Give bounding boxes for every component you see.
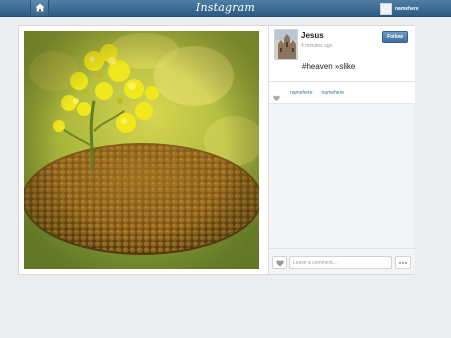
follow-button[interactable]: Follow xyxy=(382,31,408,43)
author-name[interactable]: Jesus xyxy=(301,31,324,40)
comment-bar xyxy=(269,248,415,274)
post-side-panel: Jesus 4 minutes ago Follow #heaven »slik… xyxy=(268,26,415,274)
liker-link[interactable]: namehere xyxy=(290,90,313,96)
like-button[interactable] xyxy=(272,256,287,269)
post-caption: #heaven »slike xyxy=(302,62,356,71)
post-timestamp: 4 minutes ago xyxy=(301,43,333,49)
more-options-button[interactable] xyxy=(395,256,411,269)
user-menu[interactable]: namehere xyxy=(380,2,419,15)
top-bar: Instagram namehere xyxy=(0,0,451,17)
likes-row: namehere namehere xyxy=(269,82,415,104)
avatar[interactable] xyxy=(380,2,392,15)
post-card: Jesus 4 minutes ago Follow #heaven »slik… xyxy=(18,25,415,275)
ellipsis-icon xyxy=(399,261,401,264)
post-photo[interactable] xyxy=(24,31,259,269)
author-avatar[interactable] xyxy=(274,29,298,60)
yellow-flower-photo xyxy=(24,31,259,269)
post-header: Jesus 4 minutes ago Follow #heaven »slik… xyxy=(269,26,415,82)
liker-link[interactable]: namehere xyxy=(322,90,345,96)
heart-icon xyxy=(275,254,284,272)
username-label[interactable]: namehere xyxy=(395,6,419,12)
comment-input[interactable] xyxy=(289,256,392,269)
heart-icon xyxy=(273,89,280,102)
